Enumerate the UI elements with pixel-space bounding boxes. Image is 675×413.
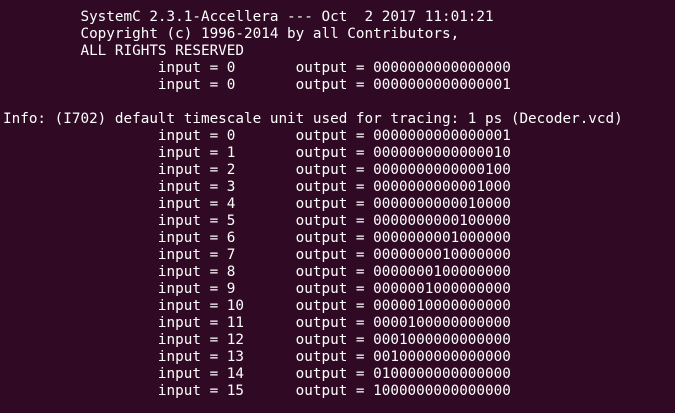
terminal-line: input = 9 output = 0000001000000000 [3, 281, 511, 297]
terminal-line: input = 5 output = 0000000000100000 [3, 213, 511, 229]
terminal-line: input = 13 output = 0010000000000000 [3, 349, 511, 365]
terminal-line: input = 11 output = 0000100000000000 [3, 315, 511, 331]
terminal-line: input = 3 output = 0000000000001000 [3, 179, 511, 195]
terminal-line: input = 6 output = 0000000001000000 [3, 230, 511, 246]
terminal-line: SystemC 2.3.1-Accellera --- Oct 2 2017 1… [3, 9, 494, 25]
terminal-line: input = 14 output = 0100000000000000 [3, 366, 511, 382]
terminal-window[interactable]: SystemC 2.3.1-Accellera --- Oct 2 2017 1… [0, 0, 675, 413]
terminal-line: input = 0 output = 0000000000000000 [3, 60, 511, 76]
terminal-line: input = 15 output = 1000000000000000 [3, 383, 511, 399]
terminal-line: input = 7 output = 0000000010000000 [3, 247, 511, 263]
terminal-line: input = 1 output = 0000000000000010 [3, 145, 511, 161]
terminal-line: Info: (I702) default timescale unit used… [3, 111, 623, 127]
terminal-line: input = 4 output = 0000000000010000 [3, 196, 511, 212]
terminal-line: input = 0 output = 0000000000000001 [3, 77, 511, 93]
terminal-line: Copyright (c) 1996-2014 by all Contribut… [3, 26, 460, 42]
terminal-line: input = 8 output = 0000000100000000 [3, 264, 511, 280]
terminal-line: input = 2 output = 0000000000000100 [3, 162, 511, 178]
terminal-line: input = 12 output = 0001000000000000 [3, 332, 511, 348]
terminal-line: ALL RIGHTS RESERVED [3, 43, 245, 59]
terminal-line: input = 10 output = 0000010000000000 [3, 298, 511, 314]
terminal-line: input = 0 output = 0000000000000001 [3, 128, 511, 144]
